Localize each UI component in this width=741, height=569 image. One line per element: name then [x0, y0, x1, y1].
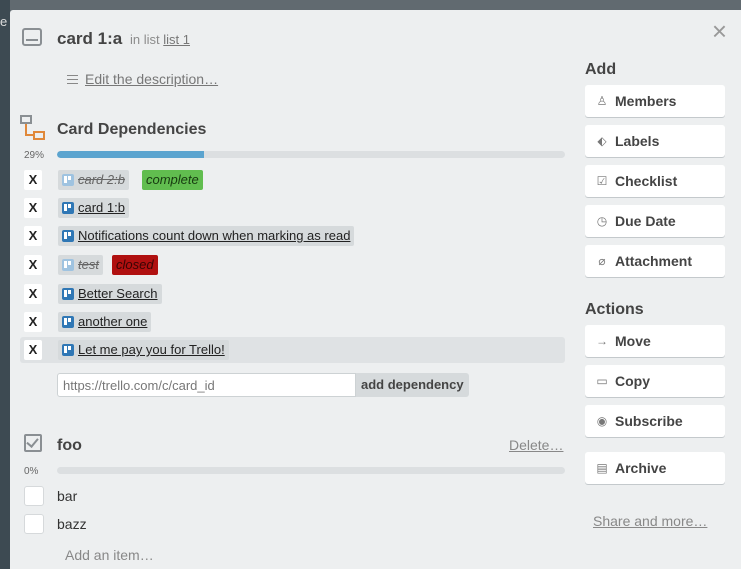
dependency-url-input[interactable] — [57, 373, 356, 397]
list-link[interactable]: list 1 — [163, 32, 190, 47]
add-heading: Add — [585, 61, 617, 78]
dependency-card-link[interactable]: Better Search — [58, 284, 162, 304]
add-dependency-button[interactable]: add dependency — [356, 373, 469, 397]
delete-checklist-link[interactable]: Delete… — [509, 437, 563, 453]
dependency-row: X Notifications count down when marking a… — [20, 223, 565, 249]
card-icon — [22, 28, 42, 46]
dependencies-title: Card Dependencies — [57, 121, 207, 138]
remove-dependency-button[interactable]: X — [24, 312, 42, 332]
sidebar-button-label: Attachment — [615, 253, 693, 269]
dependency-card-name: Better Search — [78, 286, 158, 301]
dependency-row: Xtest closed — [20, 252, 565, 278]
dependencies-progress-bar — [57, 151, 565, 158]
dependency-card-name: Let me pay you for Trello! — [78, 342, 225, 357]
members-button[interactable]: ♙ Members — [585, 85, 725, 117]
archive-icon: ▤ — [596, 461, 608, 475]
dependency-card-name: test — [78, 257, 99, 272]
dependency-row: Xcard 1:b — [20, 195, 565, 221]
dependency-card-name: another one — [78, 314, 148, 329]
trello-card-icon — [62, 202, 74, 214]
checklist-item-checkbox[interactable] — [24, 514, 44, 534]
sidebar-button-label: Move — [615, 333, 651, 349]
description-icon — [67, 75, 78, 87]
edit-description-link[interactable]: Edit the description… — [85, 71, 218, 87]
dependency-card-name: Notifications count down when marking as… — [78, 228, 351, 243]
checklist-progress-bar — [57, 467, 565, 474]
dependencies-progress-fill — [57, 151, 205, 158]
checklist-item-checkbox[interactable] — [24, 486, 44, 506]
dependency-row: X Better Search — [20, 281, 565, 307]
trello-card-icon — [62, 230, 74, 242]
remove-dependency-button[interactable]: X — [24, 226, 42, 246]
sidebar-button-label: Labels — [615, 133, 660, 149]
checklist-item: bar — [24, 486, 544, 508]
checklist-button[interactable]: ☑ Checklist — [585, 165, 725, 197]
remove-dependency-button[interactable]: X — [24, 198, 42, 218]
board-background-text: e — [0, 14, 8, 29]
archive-button[interactable]: ▤ Archive — [585, 452, 725, 484]
dependency-status-badge: complete — [142, 170, 203, 190]
remove-dependency-button[interactable]: X — [24, 170, 42, 190]
in-list-prefix: in list — [130, 32, 160, 47]
board-background-strip — [0, 0, 10, 569]
dependency-row: X Let me pay you for Trello! — [20, 337, 565, 363]
dependencies-progress-label: 29% — [24, 150, 45, 161]
move-button[interactable]: → Move — [585, 325, 725, 357]
sidebar-button-label: Members — [615, 93, 677, 109]
dependency-card-link[interactable]: Notifications count down when marking as… — [58, 226, 355, 246]
labels-button[interactable]: ⬖ Labels — [585, 125, 725, 157]
copy-button[interactable]: ▭ Copy — [585, 365, 725, 397]
sidebar-button-label: Checklist — [615, 173, 678, 189]
trello-card-icon — [62, 344, 74, 356]
dependency-card-link[interactable]: Let me pay you for Trello! — [58, 340, 229, 360]
sidebar-button-label: Subscribe — [615, 413, 683, 429]
dependency-card-name: card 1:b — [78, 200, 125, 215]
checklist-icon: ☑ — [596, 174, 608, 188]
close-icon[interactable]: × — [712, 16, 727, 47]
remove-dependency-button[interactable]: X — [24, 284, 42, 304]
card-detail-modal: × card 1:a in list list 1 Edit the descr… — [10, 10, 741, 569]
arrow-right-icon: → — [596, 334, 608, 348]
dependency-card-link[interactable]: card 2:b — [58, 170, 129, 190]
eye-icon: ◉ — [596, 414, 608, 428]
due-date-button[interactable]: ◷ Due Date — [585, 205, 725, 237]
trello-card-icon — [62, 316, 74, 328]
dependency-row: Xcard 2:b complete — [20, 167, 565, 193]
person-icon: ♙ — [596, 94, 608, 108]
trello-card-icon — [62, 174, 74, 186]
subscribe-button[interactable]: ◉ Subscribe — [585, 405, 725, 437]
remove-dependency-button[interactable]: X — [24, 255, 42, 275]
attachment-button[interactable]: ⌀ Attachment — [585, 245, 725, 277]
remove-dependency-button[interactable]: X — [24, 340, 42, 360]
trello-card-icon — [62, 288, 74, 300]
checklist-progress-label: 0% — [24, 466, 39, 477]
checklist-item-label[interactable]: bazz — [57, 516, 87, 532]
dependency-card-link[interactable]: another one — [58, 312, 152, 332]
dependency-card-link[interactable]: test — [58, 255, 103, 275]
clock-icon: ◷ — [596, 214, 608, 228]
sidebar-button-label: Due Date — [615, 213, 676, 229]
dependency-status-badge: closed — [112, 255, 158, 275]
dependencies-icon — [20, 115, 48, 143]
dependency-row: Xanother one — [20, 309, 565, 335]
actions-heading: Actions — [585, 301, 644, 318]
checklist-icon — [24, 434, 42, 452]
dependency-card-link[interactable]: card 1:b — [58, 198, 129, 218]
tag-icon: ⬖ — [597, 134, 607, 148]
trello-card-icon — [62, 259, 74, 271]
checklist-title[interactable]: foo — [57, 437, 82, 455]
share-and-more-link[interactable]: Share and more… — [593, 513, 707, 529]
card-title[interactable]: card 1:a — [57, 29, 122, 49]
dependency-card-name: card 2:b — [78, 172, 125, 187]
paperclip-icon: ⌀ — [598, 254, 606, 268]
sidebar-button-label: Archive — [615, 460, 667, 476]
add-checklist-item-link[interactable]: Add an item… — [65, 547, 154, 563]
checklist-item-label[interactable]: bar — [57, 488, 77, 504]
sidebar-button-label: Copy — [615, 373, 650, 389]
copy-icon: ▭ — [596, 374, 608, 388]
checklist-item: bazz — [24, 514, 544, 536]
list-info: in list list 1 — [130, 32, 190, 47]
